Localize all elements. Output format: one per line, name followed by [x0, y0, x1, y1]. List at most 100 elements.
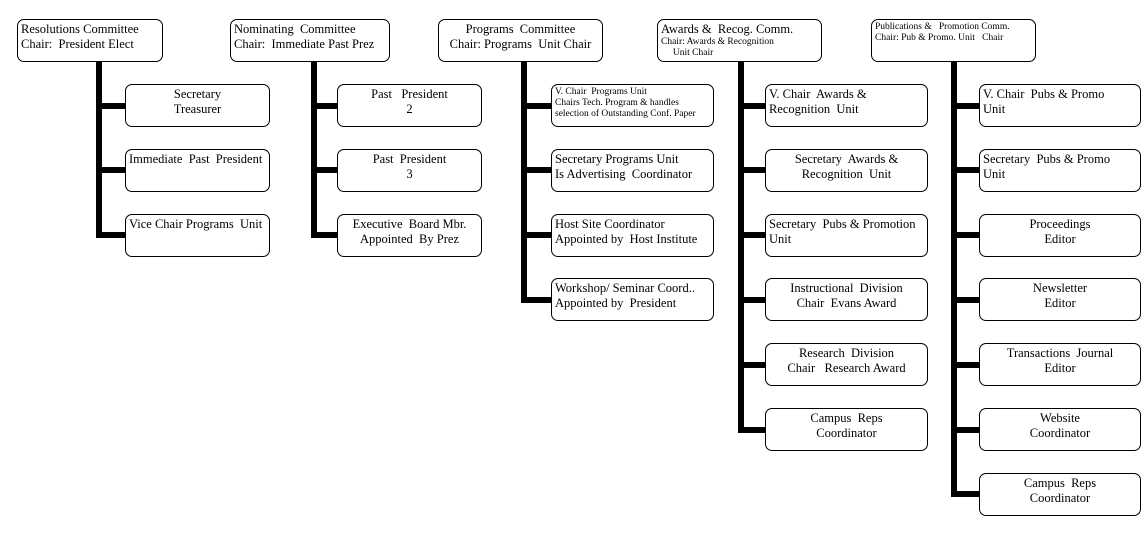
- member-role-line: Unit: [769, 231, 792, 246]
- member-box: Newsletter Editor: [979, 278, 1141, 322]
- committee-title-line: Resolutions Committee: [21, 22, 139, 36]
- connector-branch: [521, 102, 551, 109]
- member-role-line: Secretary: [173, 87, 222, 101]
- member-role-line: Campus Reps: [810, 411, 883, 425]
- connector-trunk: [311, 62, 317, 239]
- member-role-line: Past President: [371, 87, 448, 101]
- member-box: Transactions Journal Editor: [979, 343, 1141, 387]
- connector-branch: [951, 296, 979, 303]
- member-box: Executive Board Mbr. Appointed By Prez: [337, 213, 482, 257]
- member-box: Campus Reps Coordinator: [979, 472, 1141, 516]
- connector-branch: [951, 167, 979, 174]
- member-box: Secretary Programs Unit Is Advertising Co…: [551, 148, 714, 192]
- member-role-line: Chairs Tech. Program & handles: [555, 98, 679, 108]
- connector-branch: [311, 232, 337, 239]
- member-role-line: Research Division: [798, 346, 895, 361]
- committee-title-line: Chair: Programs Unit Chair: [449, 37, 592, 51]
- member-box: Vice Chair Programs Unit: [125, 213, 270, 257]
- member-box: Website Coordinator: [979, 408, 1141, 451]
- member-box: Past President 2: [337, 84, 482, 127]
- member-role-line: Proceedings: [1029, 216, 1091, 231]
- member-role-line: Coordinator: [1029, 426, 1091, 440]
- member-role-line: Past President: [372, 151, 447, 166]
- member-role-line: V. Chair Pubs & Promo: [983, 87, 1105, 101]
- connector-branch: [738, 426, 765, 433]
- committee-box: Publications & Promotion Comm. Chair: Pub…: [871, 19, 1036, 62]
- connector-branch: [951, 102, 979, 109]
- member-role-line: Editor: [1044, 231, 1076, 246]
- committee-title-line: Programs Committee: [465, 22, 576, 36]
- org-chart: Resolutions Committee Chair: President El…: [0, 0, 1148, 542]
- member-role-line: Recognition Unit: [801, 166, 892, 181]
- member-role-line: Editor: [1044, 361, 1076, 376]
- member-role-line: Website: [1040, 411, 1080, 425]
- member-role-line: 2: [406, 102, 413, 116]
- member-role-line: Secretary Programs Unit: [555, 151, 679, 166]
- connector-branch: [521, 232, 551, 239]
- connector-branch: [311, 102, 337, 109]
- member-box: Past President 3: [337, 148, 482, 192]
- connector-branch: [521, 167, 551, 174]
- member-box: V. Chair Awards & Recognition Unit: [765, 84, 928, 127]
- connector-branch: [738, 361, 765, 368]
- member-role-line: Unit: [983, 166, 1006, 181]
- member-role-line: Secretary Pubs & Promo: [983, 151, 1111, 166]
- committee-title-line: Chair: Pub & Promo. Unit Chair: [875, 33, 1004, 43]
- connector-branch: [951, 426, 979, 433]
- committee-title-line: Awards & Recog. Comm.: [661, 22, 794, 36]
- member-role-line: Editor: [1044, 296, 1076, 311]
- member-box: V. Chair Programs Unit Chairs Tech. Progr…: [551, 84, 714, 127]
- member-box: Host Site Coordinator Appointed by Host I…: [551, 213, 714, 257]
- member-role-line: Newsletter: [1032, 281, 1088, 296]
- connector-branch: [738, 167, 765, 174]
- member-role-line: Appointed by Host Institute: [555, 231, 698, 246]
- member-role-line: Workshop/ Seminar Coord..: [555, 281, 695, 296]
- member-role-line: Is Advertising Coordinator: [555, 166, 693, 181]
- member-role-line: Instructional Division: [790, 281, 903, 296]
- member-box: Immediate Past President: [125, 148, 270, 192]
- committee-title-line: Chair: Awards & Recognition: [661, 37, 774, 47]
- member-role-line: Recognition Unit: [769, 102, 859, 116]
- committee-title-line: Publications & Promotion Comm.: [875, 22, 1010, 32]
- member-role-line: Host Site Coordinator: [555, 216, 665, 231]
- committee-box: Programs Committee Chair: Programs Unit C…: [438, 19, 603, 62]
- connector-branch: [311, 167, 337, 174]
- connector-branch: [951, 491, 979, 498]
- committee-title-line: Chair: Immediate Past Prez: [234, 37, 375, 51]
- connector-branch: [951, 361, 979, 368]
- member-role-line: 3: [406, 166, 413, 181]
- member-role-line: Appointed By Prez: [360, 231, 459, 246]
- member-box: Secretary Awards & Recognition Unit: [765, 148, 928, 192]
- member-box: Instructional Division Chair Evans Award: [765, 278, 928, 322]
- member-role-line: Appointed by President: [555, 296, 677, 311]
- member-box: Secretary Pubs & Promo Unit: [979, 148, 1141, 192]
- member-role-line: V. Chair Programs Unit: [555, 87, 647, 97]
- member-box: Workshop/ Seminar Coord.. Appointed by Pr…: [551, 278, 714, 322]
- member-box: Secretary Pubs & Promotion Unit: [765, 213, 928, 257]
- committee-title-line: Chair: President Elect: [21, 37, 134, 51]
- member-role-line: Secretary Awards &: [794, 151, 899, 166]
- member-role-line: Chair Evans Award: [796, 296, 897, 311]
- member-role-line: Unit: [983, 102, 1006, 116]
- connector-branch: [96, 232, 125, 239]
- connector-trunk: [738, 62, 744, 433]
- member-role-line: Chair Research Award: [787, 361, 906, 376]
- committee-title-line: Nominating Committee: [234, 22, 356, 36]
- member-role-line: Campus Reps: [1023, 475, 1097, 490]
- connector-branch: [738, 232, 765, 239]
- member-role-line: Executive Board Mbr.: [352, 216, 467, 231]
- member-role-line: Treasurer: [173, 102, 222, 116]
- connector-branch: [951, 232, 979, 239]
- committee-box: Nominating Committee Chair: Immediate Pas…: [230, 19, 390, 62]
- member-role-line: selection of Outstanding Conf. Paper: [555, 109, 696, 119]
- member-box: Research Division Chair Research Award: [765, 343, 928, 387]
- member-box: Proceedings Editor: [979, 213, 1141, 257]
- connector-branch: [521, 296, 551, 303]
- committee-box: Resolutions Committee Chair: President El…: [17, 19, 163, 62]
- member-box: Campus Reps Coordinator: [765, 408, 928, 451]
- connector-branch: [738, 296, 765, 303]
- member-role-line: V. Chair Awards &: [769, 87, 867, 101]
- member-role-line: Coordinator: [1029, 490, 1091, 505]
- member-role-line: Secretary Pubs & Promotion: [769, 216, 916, 231]
- member-box: Secretary Treasurer: [125, 84, 270, 127]
